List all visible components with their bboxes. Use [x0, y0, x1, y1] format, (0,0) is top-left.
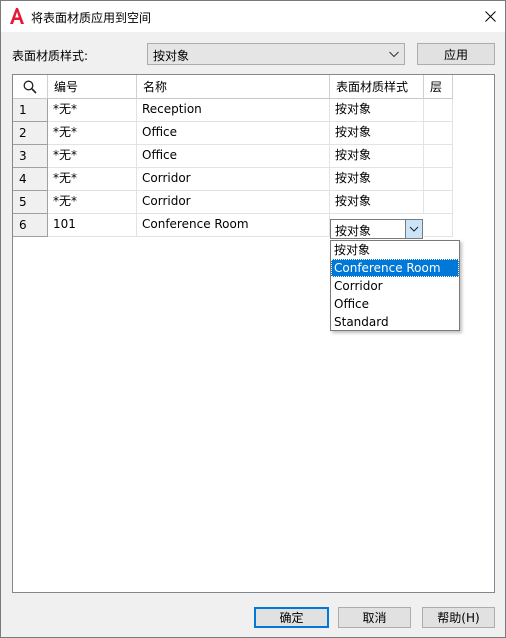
cell-number[interactable]: *无* — [48, 122, 137, 145]
cell-style[interactable]: 按对象 — [330, 168, 424, 191]
cell-name[interactable]: Conference Room — [137, 214, 330, 237]
autocad-logo-icon — [10, 8, 24, 24]
style-label: 表面材质样式: — [12, 49, 89, 63]
grid-search-corner[interactable] — [13, 75, 48, 99]
row-header[interactable]: 4 — [13, 168, 48, 191]
row-header[interactable]: 3 — [13, 145, 48, 168]
column-header-name[interactable]: 名称 — [137, 75, 330, 99]
cell-style[interactable]: 按对象 — [330, 191, 424, 214]
title-bar[interactable]: 将表面材质应用到空间 — [1, 1, 505, 32]
cell-style[interactable]: 按对象 — [330, 99, 424, 122]
column-header-number[interactable]: 编号 — [48, 75, 137, 99]
cell-layer[interactable] — [424, 168, 453, 191]
cell-number[interactable]: 101 — [48, 214, 137, 237]
row-header[interactable]: 6 — [13, 214, 48, 237]
row-header[interactable]: 2 — [13, 122, 48, 145]
cell-name[interactable]: Office — [137, 122, 330, 145]
chevron-down-icon — [389, 51, 399, 58]
cell-layer[interactable] — [424, 145, 453, 168]
column-header-style[interactable]: 表面材质样式 — [330, 75, 424, 99]
cell-number[interactable]: *无* — [48, 191, 137, 214]
dropdown-option[interactable]: Office — [331, 295, 459, 313]
column-header-layer[interactable]: 层 — [424, 75, 453, 99]
spaces-grid: 编号 名称 表面材质样式 层 1 *无* Reception 按对象 2 *无*… — [12, 74, 495, 593]
dialog-title: 将表面材质应用到空间 — [31, 11, 152, 25]
row-header[interactable]: 1 — [13, 99, 48, 122]
style-dropdown-list: 按对象 Conference Room Corridor Office Stan… — [330, 240, 460, 331]
cell-name[interactable]: Corridor — [137, 168, 330, 191]
dropdown-option[interactable]: Standard — [331, 313, 459, 331]
cell-layer[interactable] — [424, 191, 453, 214]
dropdown-option[interactable]: Corridor — [331, 277, 459, 295]
cell-layer[interactable] — [424, 122, 453, 145]
dialog-window: 将表面材质应用到空间 表面材质样式: 按对象 应用 编号 名称 表面材质样式 层… — [0, 0, 506, 638]
cell-name[interactable]: Reception — [137, 99, 330, 122]
cell-name[interactable]: Corridor — [137, 191, 330, 214]
cell-style[interactable]: 按对象 — [330, 145, 424, 168]
help-button[interactable]: 帮助(H) — [422, 607, 495, 628]
chevron-down-icon — [409, 226, 419, 232]
dropdown-option[interactable]: 按对象 — [331, 241, 459, 259]
cell-layer[interactable] — [424, 99, 453, 122]
search-icon — [23, 80, 37, 94]
dropdown-button[interactable] — [405, 220, 422, 238]
style-combobox-value: 按对象 — [153, 49, 190, 63]
style-combobox[interactable]: 按对象 — [147, 43, 405, 65]
style-cell-combobox-value: 按对象 — [335, 224, 372, 238]
cell-number[interactable]: *无* — [48, 168, 137, 191]
cell-number[interactable]: *无* — [48, 145, 137, 168]
cancel-button[interactable]: 取消 — [338, 607, 411, 628]
cell-layer[interactable] — [424, 214, 453, 237]
ok-button[interactable]: 确定 — [254, 607, 329, 628]
row-header[interactable]: 5 — [13, 191, 48, 214]
cell-number[interactable]: *无* — [48, 99, 137, 122]
dropdown-option-selected[interactable]: Conference Room — [331, 259, 459, 277]
close-button[interactable] — [475, 1, 505, 32]
style-cell-combobox[interactable]: 按对象 — [330, 219, 423, 239]
cell-style[interactable]: 按对象 — [330, 122, 424, 145]
apply-button[interactable]: 应用 — [417, 43, 495, 65]
cell-name[interactable]: Office — [137, 145, 330, 168]
close-icon — [484, 11, 496, 22]
